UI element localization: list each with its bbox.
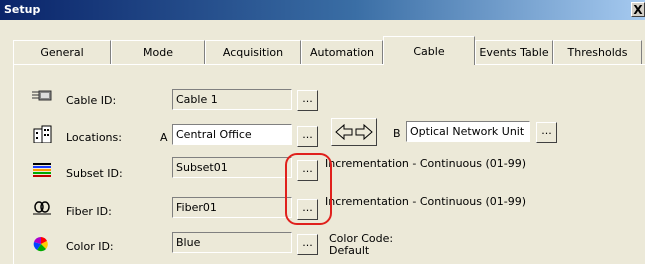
location-a-field[interactable]: Central Office — [172, 124, 292, 145]
building-icon — [32, 125, 52, 144]
color-code-value: Default — [329, 244, 370, 257]
subset-id-label: Subset ID: — [66, 167, 123, 180]
color-id-browse-button[interactable]: ... — [297, 234, 318, 255]
location-b-label: B — [393, 127, 401, 140]
location-b-browse-button[interactable]: ... — [536, 122, 557, 143]
title-bar: Setup X — [0, 0, 645, 20]
tab-acquisition[interactable]: Acquisition — [205, 40, 301, 64]
cable-id-browse-button[interactable]: ... — [297, 90, 318, 111]
location-a-browse-button[interactable]: ... — [297, 126, 318, 147]
fiber-icon — [33, 201, 51, 217]
subset-id-increment-text: Incrementation - Continuous (01-99) — [325, 157, 527, 170]
tab-automation[interactable]: Automation — [301, 40, 383, 64]
cable-id-field[interactable]: Cable 1 — [172, 89, 292, 110]
cable-id-label: Cable ID: — [66, 94, 117, 107]
ribbon-icon — [33, 163, 51, 179]
close-button[interactable]: X — [631, 2, 645, 17]
tab-events-table[interactable]: Events Table — [475, 40, 553, 64]
swap-arrows-icon — [335, 123, 373, 141]
tab-mode[interactable]: Mode — [111, 40, 205, 64]
color-id-label: Color ID: — [66, 240, 114, 253]
location-a-label: A — [160, 131, 168, 144]
annotation-highlight — [285, 153, 332, 225]
tab-cable[interactable]: Cable — [383, 36, 475, 65]
location-b-field[interactable]: Optical Network Unit — [406, 121, 530, 142]
window-title: Setup — [4, 3, 41, 16]
subset-id-field[interactable]: Subset01 — [172, 157, 292, 178]
color-wheel-icon — [33, 236, 51, 252]
tab-general[interactable]: General — [13, 40, 111, 64]
tab-thresholds[interactable]: Thresholds — [553, 40, 642, 64]
fiber-id-field[interactable]: Fiber01 — [172, 197, 292, 218]
swap-locations-button[interactable] — [331, 118, 377, 146]
cable-icon — [32, 88, 52, 104]
fiber-id-increment-text: Incrementation - Continuous (01-99) — [325, 195, 527, 208]
color-id-field[interactable]: Blue — [172, 232, 292, 253]
locations-label: Locations: — [66, 131, 122, 144]
fiber-id-label: Fiber ID: — [66, 205, 112, 218]
